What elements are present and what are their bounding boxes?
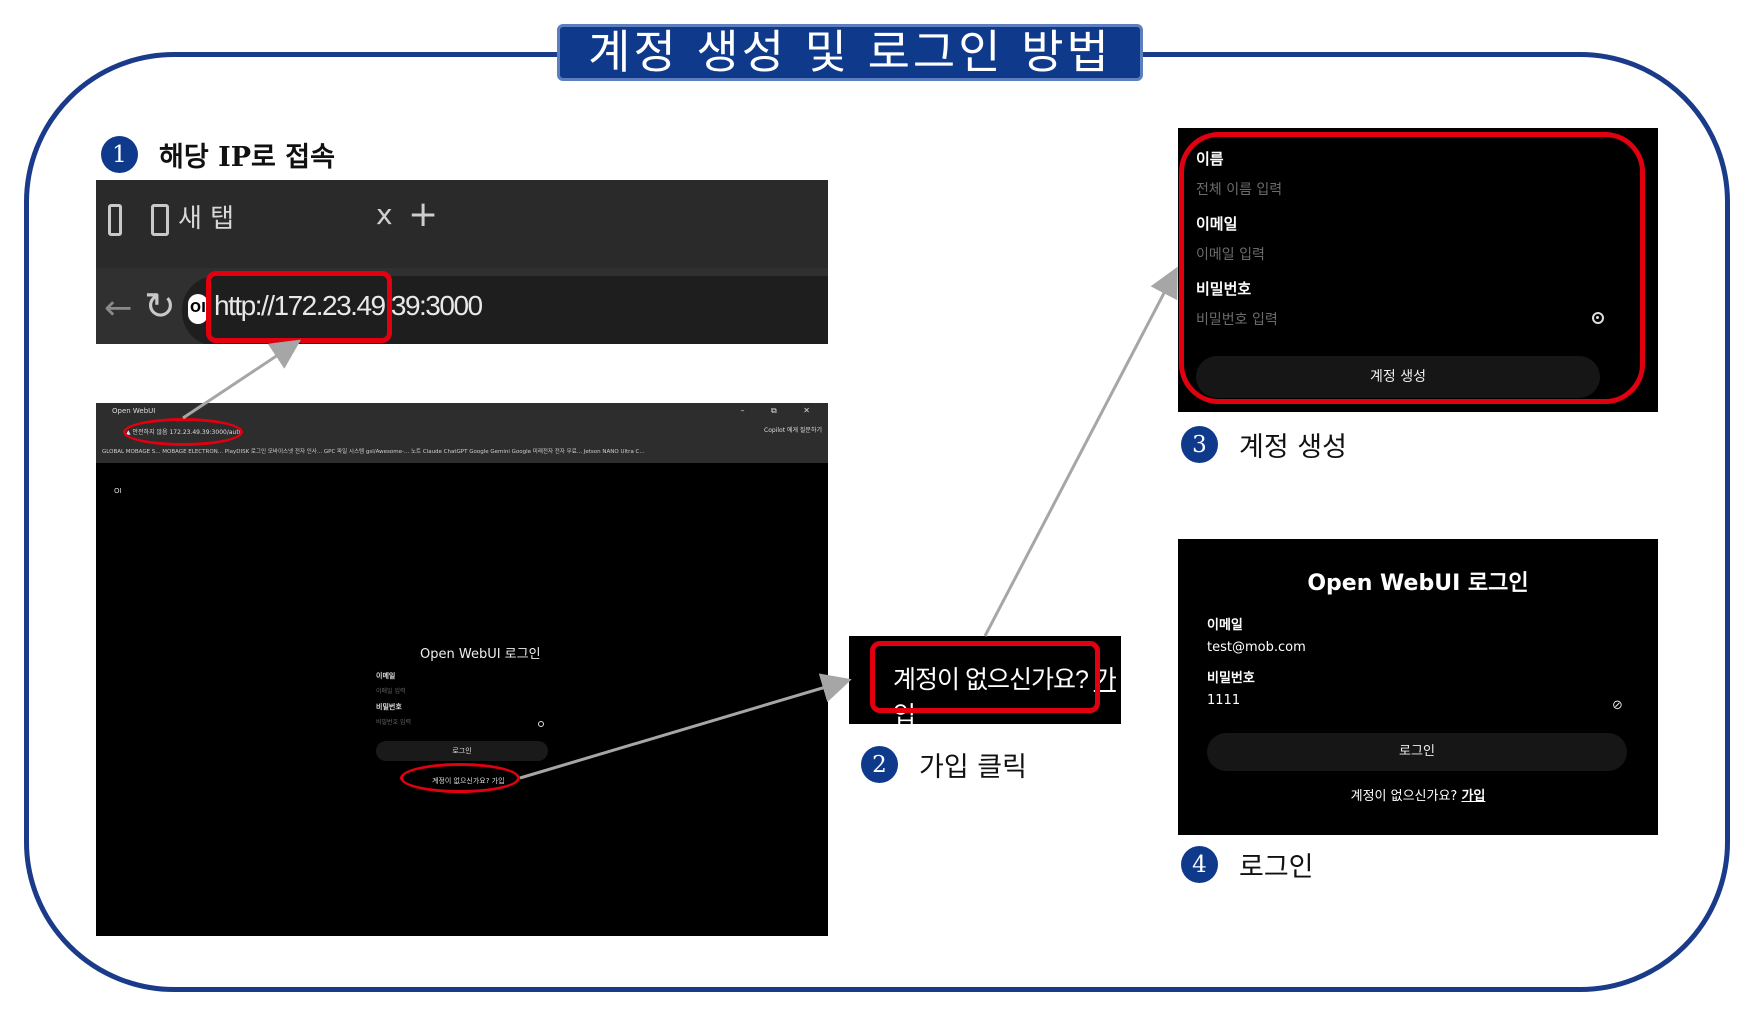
copilot-button[interactable]: Copilot 에게 질문하기 <box>764 425 822 434</box>
signup-highlight-box <box>870 641 1100 713</box>
app-logo: OI <box>114 487 122 495</box>
password-label: 비밀번호 <box>1207 671 1255 686</box>
tab-close-button[interactable]: x <box>376 198 393 231</box>
tab-title[interactable]: 새 탭 <box>178 198 234 235</box>
login-button[interactable]: 로그인 <box>1207 733 1627 771</box>
email-input[interactable]: test@mob.com <box>1207 640 1306 655</box>
step-number: 3 <box>1181 426 1218 463</box>
email-label: 이메일 <box>376 672 396 680</box>
url-highlight-ellipse <box>123 418 243 446</box>
password-input[interactable]: 비밀번호 입력 <box>376 717 411 726</box>
create-panel-highlight <box>1179 132 1645 404</box>
back-arrow-icon[interactable]: ← <box>104 288 133 328</box>
login-title: Open WebUI 로그인 <box>420 647 541 662</box>
new-tab-icon <box>151 204 169 236</box>
bookmarks-bar[interactable]: GLOBAL MOBAGE S... MOBAGE ELECTRON... Pl… <box>96 445 828 459</box>
step-3: 3 계정 생성 <box>1181 425 1347 464</box>
hide-password-icon[interactable]: ⊘ <box>1612 698 1623 713</box>
login-panel: Open WebUI 로그인 이메일 test@mob.com 비밀번호 111… <box>1178 539 1658 835</box>
new-tab-button[interactable]: + <box>408 194 438 235</box>
step-1: 1 해당 IP로 접속 <box>101 135 335 174</box>
window-controls[interactable]: – ⧉ ✕ <box>740 406 822 416</box>
email-input[interactable]: 이메일 입력 <box>376 686 406 695</box>
login-button[interactable]: 로그인 <box>376 741 548 761</box>
email-label: 이메일 <box>1207 618 1243 633</box>
tab-bar: 새 탭 x + <box>96 180 828 268</box>
step-label: 계정 생성 <box>1239 432 1347 463</box>
step-number: 2 <box>861 746 898 783</box>
step-label: 해당 IP로 접속 <box>159 142 335 173</box>
step-2: 2 가입 클릭 <box>861 745 1027 784</box>
step-label: 가입 클릭 <box>919 752 1027 783</box>
step-number: 4 <box>1181 846 1218 883</box>
signup-prefix: 계정이 없으신가요? <box>1350 789 1462 804</box>
signup-highlight-ellipse <box>400 763 520 793</box>
tab-title[interactable]: Open WebUI <box>112 407 155 415</box>
password-input[interactable]: 1111 <box>1207 693 1240 708</box>
site-favicon-icon: OI <box>188 294 208 324</box>
password-label: 비밀번호 <box>376 703 402 711</box>
browser-login-screenshot: Open WebUI – ⧉ ✕ ▲ 안전하지 않음 172.23.49.39:… <box>96 403 828 936</box>
step-number: 1 <box>101 136 138 173</box>
login-title: Open WebUI 로그인 <box>1307 571 1529 596</box>
sidebar-toggle-icon[interactable] <box>108 204 122 236</box>
step-label: 로그인 <box>1239 852 1314 883</box>
signup-row: 계정이 없으신가요? 가입 <box>1178 785 1658 804</box>
step-4: 4 로그인 <box>1181 845 1314 884</box>
reload-icon[interactable]: ↻ <box>144 284 176 328</box>
url-highlight-box <box>206 271 392 343</box>
signup-link[interactable]: 가입 <box>1461 789 1485 804</box>
page-title: 계정 생성 및 로그인 방법 <box>557 24 1143 81</box>
show-password-icon[interactable] <box>538 721 544 727</box>
